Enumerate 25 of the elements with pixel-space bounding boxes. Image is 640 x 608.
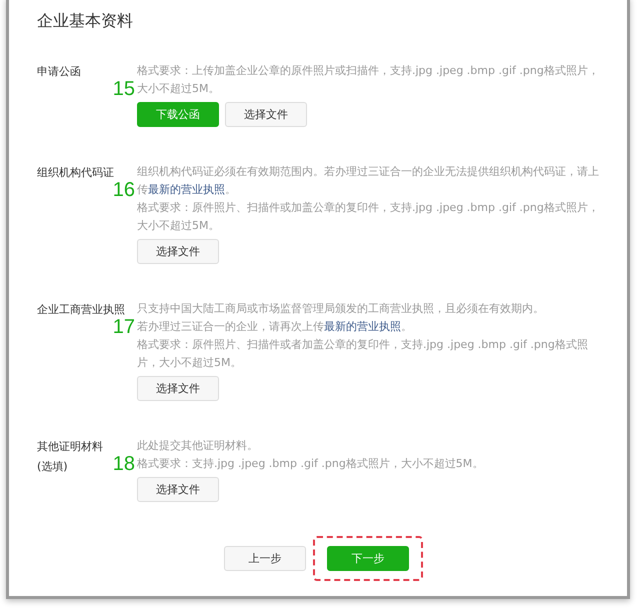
annotation-number: 18 [112, 453, 135, 475]
hint-text: 格式要求：支持.jpg .jpeg .bmp .gif .png格式照片，大小不超过5M。 [137, 456, 484, 472]
annotation-number: 15 [112, 78, 135, 100]
hint-text: 此处提交其他证明材料。 [137, 438, 259, 454]
annotation-number: 16 [112, 179, 135, 201]
hint-text: 格式要求：上传加盖企业公章的原件照片或扫描件，支持.jpg .jpeg .bmp .gif .png格式照片，大小不超过5M。 [137, 63, 600, 97]
choose-file-button[interactable]: 选择文件 [137, 376, 219, 401]
choose-file-button[interactable]: 选择文件 [225, 102, 307, 127]
hint-text: 组织机构代码证必须在有效期范围内。若办理过三证合一的企业无法提供组织机构代码证，请上传最新的营业执照。 [137, 164, 600, 198]
field-label: 申请公函 [37, 64, 81, 80]
page-title: 企业基本资料 [37, 10, 134, 32]
field-label: 组织机构代码证 [37, 165, 114, 181]
annotation-number: 17 [112, 316, 135, 338]
hint-text: 格式要求：原件照片、扫描件或加盖公章的复印件，支持.jpg .jpeg .bmp .gif .png格式照片，大小不超过5M。 [137, 200, 600, 234]
hint-text: 格式要求：原件照片、扫描件或者加盖公章的复印件，支持.jpg .jpeg .bmp .gif .png格式照片，大小不超过5M。 [137, 337, 589, 371]
hint-text: 只支持中国大陆工商局或市场监督管理局颁发的工商营业执照，且必须在有效期内。 [137, 301, 545, 317]
choose-file-button[interactable]: 选择文件 [137, 239, 219, 264]
field-label: 企业工商营业执照 [37, 302, 125, 318]
back-button[interactable]: 上一步 [224, 546, 306, 571]
field-label: 其他证明材料 [37, 439, 103, 455]
license-link[interactable]: 最新的营业执照 [324, 320, 401, 333]
license-link[interactable]: 最新的营业执照 [148, 183, 225, 196]
field-label: (选填) [37, 459, 68, 475]
choose-file-button[interactable]: 选择文件 [137, 477, 219, 502]
hint-text: 若办理过三证合一的企业，请再次上传最新的营业执照。 [137, 319, 413, 335]
